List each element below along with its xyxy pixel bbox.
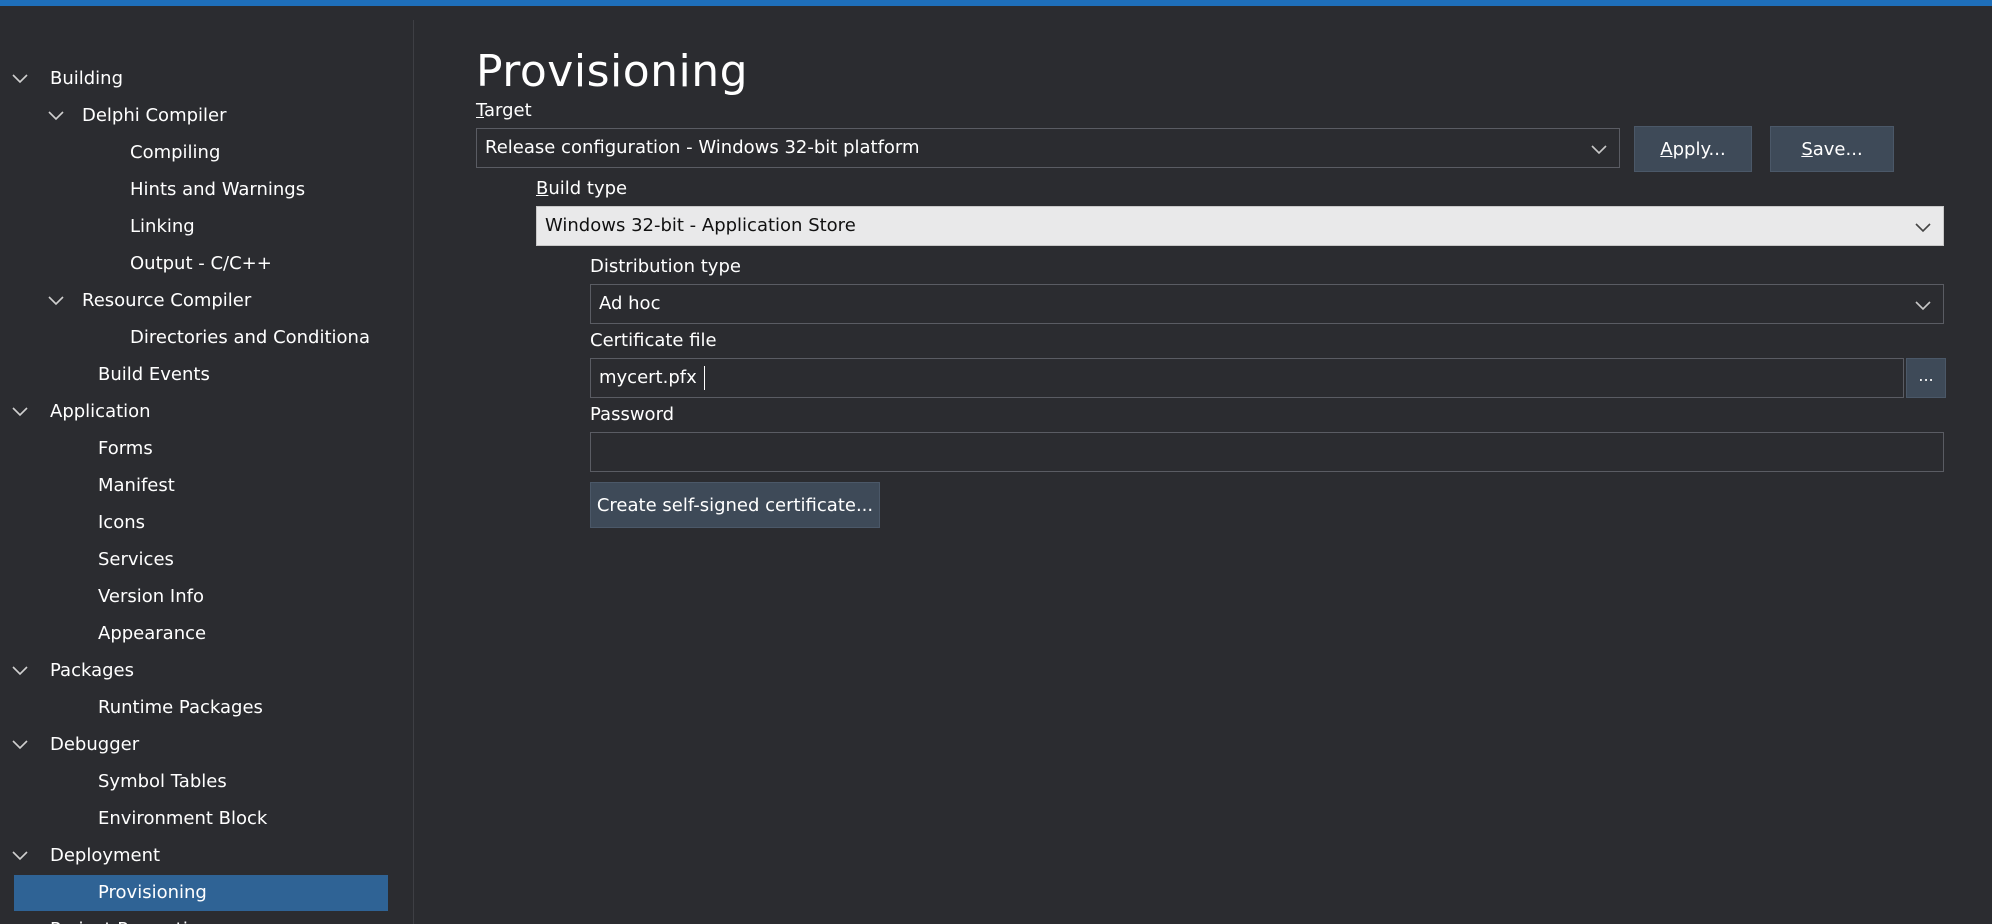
save-button-text: ave... xyxy=(1812,139,1863,160)
browse-certificate-button[interactable]: ... xyxy=(1906,358,1946,398)
save-button-accelerator: S xyxy=(1801,139,1813,160)
tree-item-compiling[interactable]: Compiling xyxy=(0,134,413,171)
tree-item-directories-and-conditiona[interactable]: Directories and Conditiona xyxy=(0,319,413,356)
build-type-combobox-value: Windows 32-bit - Application Store xyxy=(545,215,856,236)
tree-item-label: Environment Block xyxy=(98,808,268,829)
tree-item-label: Building xyxy=(50,68,124,89)
certificate-file-label: Certificate file xyxy=(590,330,717,351)
tree-item-label: Packages xyxy=(50,660,134,681)
tree-item-label: Runtime Packages xyxy=(98,697,263,718)
apply-button-text: pply... xyxy=(1672,139,1726,160)
project-options-window: Building Delphi Compiler Compiling Hints an… xyxy=(0,0,1992,924)
chevron-down-icon xyxy=(1913,295,1933,315)
chevron-down-icon[interactable] xyxy=(46,105,66,125)
target-label-accelerator: T xyxy=(476,100,485,121)
provisioning-panel: Provisioning Target Release configuratio… xyxy=(414,20,1992,924)
tree-item-label: Provisioning xyxy=(98,882,207,903)
target-label-text: arget xyxy=(484,100,532,121)
build-type-label-text: uild type xyxy=(548,178,628,199)
tree-item-label: Compiling xyxy=(130,142,221,163)
tree-item-symbol-tables[interactable]: Symbol Tables xyxy=(0,763,413,800)
tree-item-version-info[interactable]: Version Info xyxy=(0,578,413,615)
chevron-down-icon[interactable] xyxy=(10,660,30,680)
tree-item-linking[interactable]: Linking xyxy=(0,208,413,245)
certificate-file-value: mycert.pfx xyxy=(599,367,697,388)
text-caret xyxy=(703,366,705,390)
tree-item-icons[interactable]: Icons xyxy=(0,504,413,541)
target-combobox[interactable]: Release configuration - Windows 32-bit p… xyxy=(476,128,1620,168)
tree-item-build-events[interactable]: Build Events xyxy=(0,356,413,393)
tree-item-services[interactable]: Services xyxy=(0,541,413,578)
tree-item-label: Linking xyxy=(130,216,195,237)
tree-item-delphi-compiler[interactable]: Delphi Compiler xyxy=(0,97,413,134)
window-accent-bar xyxy=(0,0,1992,6)
chevron-down-icon[interactable] xyxy=(10,68,30,88)
apply-button[interactable]: Apply... xyxy=(1634,126,1752,172)
tree-item-label: Application xyxy=(50,401,151,422)
tree-item-label: Directories and Conditiona xyxy=(130,327,370,348)
chevron-down-icon[interactable] xyxy=(10,734,30,754)
chevron-down-icon xyxy=(1589,139,1609,159)
tree-item-label: Forms xyxy=(98,438,153,459)
tree-item-project-properties[interactable]: Project Properties xyxy=(0,911,413,924)
save-button[interactable]: Save... xyxy=(1770,126,1894,172)
certificate-file-input[interactable]: mycert.pfx xyxy=(590,358,1904,398)
tree-item-hints-and-warnings[interactable]: Hints and Warnings xyxy=(0,171,413,208)
chevron-down-icon[interactable] xyxy=(10,401,30,421)
tree-item-building[interactable]: Building xyxy=(0,60,413,97)
distribution-type-label: Distribution type xyxy=(590,256,741,277)
tree-item-runtime-packages[interactable]: Runtime Packages xyxy=(0,689,413,726)
tree-item-label: Deployment xyxy=(50,845,161,866)
chevron-down-icon[interactable] xyxy=(46,290,66,310)
apply-button-accelerator: A xyxy=(1660,139,1673,160)
tree-item-resource-compiler[interactable]: Resource Compiler xyxy=(0,282,413,319)
tree-item-label: Debugger xyxy=(50,734,140,755)
tree-item-label: Output - C/C++ xyxy=(130,253,272,274)
tree-item-environment-block[interactable]: Environment Block xyxy=(0,800,413,837)
chevron-down-icon xyxy=(1913,217,1933,237)
tree-item-debugger[interactable]: Debugger xyxy=(0,726,413,763)
build-type-combobox[interactable]: Windows 32-bit - Application Store xyxy=(536,206,1944,246)
distribution-type-combobox[interactable]: Ad hoc xyxy=(590,284,1944,324)
tree-item-appearance[interactable]: Appearance xyxy=(0,615,413,652)
options-tree-list: Building Delphi Compiler Compiling Hints an… xyxy=(0,60,413,924)
build-type-label-accelerator: B xyxy=(536,178,549,199)
target-label: Target xyxy=(476,100,532,121)
tree-item-label: Version Info xyxy=(98,586,204,607)
tree-item-label: Project Properties xyxy=(50,911,208,924)
chevron-down-icon[interactable] xyxy=(10,845,30,865)
tree-item-label: Services xyxy=(98,549,174,570)
tree-item-manifest[interactable]: Manifest xyxy=(0,467,413,504)
tree-item-deployment[interactable]: Deployment xyxy=(0,837,413,874)
page-title: Provisioning xyxy=(476,46,749,97)
tree-item-label: Icons xyxy=(98,512,146,533)
tree-item-output-c-c[interactable]: Output - C/C++ xyxy=(0,245,413,282)
target-combobox-value: Release configuration - Windows 32-bit p… xyxy=(485,137,920,158)
tree-item-provisioning[interactable]: Provisioning xyxy=(0,874,413,911)
tree-item-label: Resource Compiler xyxy=(82,290,252,311)
create-self-signed-certificate-button[interactable]: Create self-signed certificate... xyxy=(590,482,880,528)
distribution-type-combobox-value: Ad hoc xyxy=(599,293,661,314)
tree-item-label: Symbol Tables xyxy=(98,771,227,792)
options-tree[interactable]: Building Delphi Compiler Compiling Hints an… xyxy=(0,20,414,924)
tree-item-label: Hints and Warnings xyxy=(130,179,306,200)
password-label: Password xyxy=(590,404,675,425)
tree-item-label: Appearance xyxy=(98,623,207,644)
tree-item-label: Manifest xyxy=(98,475,175,496)
tree-item-label: Delphi Compiler xyxy=(82,105,227,126)
tree-item-packages[interactable]: Packages xyxy=(0,652,413,689)
tree-item-application[interactable]: Application xyxy=(0,393,413,430)
chevron-down-icon[interactable] xyxy=(10,919,30,924)
build-type-label: Build type xyxy=(536,178,627,199)
password-input[interactable] xyxy=(590,432,1944,472)
tree-item-forms[interactable]: Forms xyxy=(0,430,413,467)
tree-item-label: Build Events xyxy=(98,364,210,385)
